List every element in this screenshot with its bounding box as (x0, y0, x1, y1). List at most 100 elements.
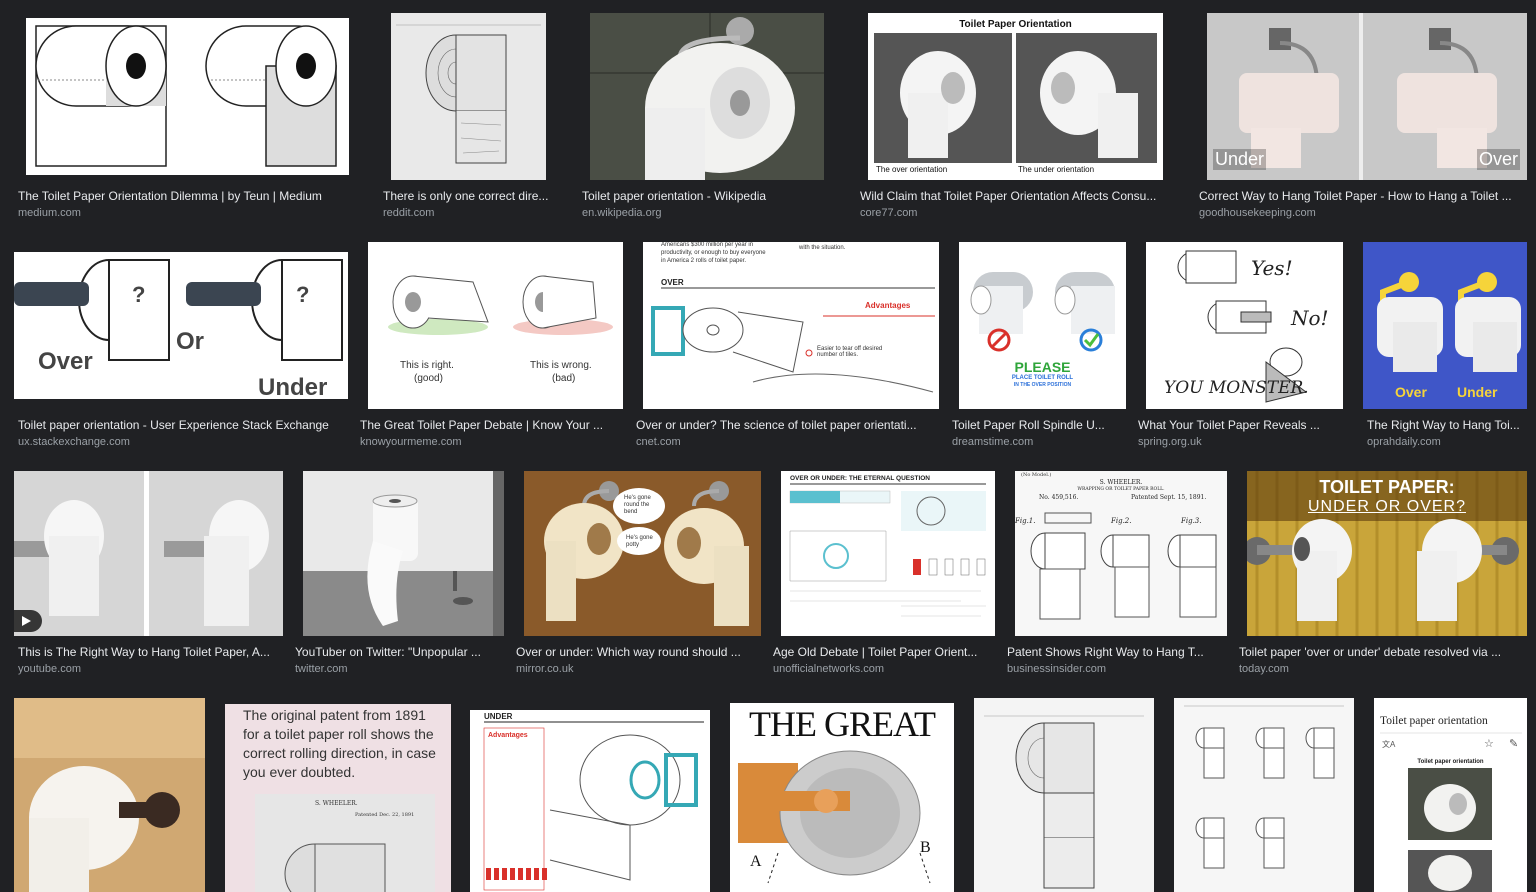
result-title[interactable]: Patent Shows Right Way to Hang T... (1007, 644, 1231, 660)
result-title[interactable]: What Your Toilet Paper Reveals ... (1138, 417, 1346, 433)
result-card-goodhousekeeping[interactable]: Under Over Correct Way to Hang Toilet Pa… (1195, 0, 1531, 230)
result-card-unofficialnetworks[interactable]: OVER OR UNDER: THE ETERNAL QUESTION Age … (769, 471, 1001, 686)
result-title[interactable]: Wild Claim that Toilet Paper Orientation… (860, 188, 1170, 204)
result-card-oprahdaily[interactable]: Over Under The Right Way to Hang Toi... … (1352, 242, 1536, 457)
result-card-reddit[interactable]: There is only one correct dire... reddit… (379, 0, 557, 230)
result-thumbnail[interactable]: ? ? Over Or Under (14, 252, 348, 399)
results-row-2: ? ? Over Or Under Toilet paper orientati… (0, 242, 1536, 457)
result-card-youtube[interactable]: This is The Right Way to Hang Toilet Pap… (0, 471, 292, 686)
result-card-patent-figures[interactable] (1174, 698, 1355, 892)
result-thumbnail[interactable] (590, 13, 824, 180)
result-title[interactable]: YouTuber on Twitter: "Unpopular ... (295, 644, 505, 660)
overlay-text: The original patent from 1891 (243, 707, 426, 723)
result-card-knowyourmeme[interactable]: This is right. (good) This is wrong. (ba… (356, 242, 632, 457)
result-card-twitter[interactable]: YouTuber on Twitter: "Unpopular ... twit… (291, 471, 509, 686)
result-title[interactable]: Correct Way to Hang Toilet Paper - How t… (1199, 188, 1527, 204)
result-card-wikipedia-mobile[interactable]: Toilet paper orientation 文A ☆ ✎ Toilet p… (1374, 698, 1528, 892)
result-thumbnail[interactable] (1174, 698, 1354, 892)
overlay-please: PLEASE (1014, 359, 1071, 375)
result-card-today[interactable]: TOILET PAPER: UNDER OR OVER? Toilet pape… (1235, 471, 1536, 686)
overlay-subheading: UNDER OR OVER? (1307, 498, 1467, 515)
result-thumbnail[interactable]: Over Under (1363, 242, 1527, 409)
overlay-over: Over (1477, 149, 1521, 170)
overlay-text: potty (626, 542, 640, 548)
result-thumbnail[interactable]: This is right. (good) This is wrong. (ba… (368, 242, 623, 409)
result-source: dreamstime.com (952, 436, 1034, 448)
overlay-right: The under orientation (1018, 165, 1095, 174)
result-card-patent-sketch[interactable] (974, 698, 1155, 892)
result-thumbnail[interactable]: Toilet paper orientation 文A ☆ ✎ Toilet p… (1374, 698, 1527, 892)
result-card-dreamstime[interactable]: PLEASE PLACE TOILET ROLL IN THE OVER POS… (948, 242, 1132, 457)
result-card-under-infographic[interactable]: UNDER Advantages (470, 698, 711, 892)
overlay-under: Under (1457, 384, 1498, 400)
result-title[interactable]: There is only one correct dire... (383, 188, 553, 204)
play-icon[interactable] (14, 610, 42, 632)
result-title[interactable]: This is The Right Way to Hang Toilet Pap… (18, 644, 288, 660)
result-title[interactable]: Toilet paper 'over or under' debate reso… (1239, 644, 1532, 660)
overlay-under: Under (258, 374, 328, 399)
overlay-bad: (bad) (552, 373, 576, 384)
result-source: mirror.co.uk (516, 663, 574, 675)
overlay-bubble: He's gone potty (626, 535, 653, 549)
result-source: spring.org.uk (1138, 436, 1202, 448)
result-thumbnail[interactable] (391, 13, 546, 180)
overlay-over: Over (38, 348, 93, 375)
result-card-businessinsider[interactable]: (No Model.) S. WHEELER. WRAPPING OR TOIL… (1003, 471, 1235, 686)
result-thumbnail[interactable]: The original patent from 1891 for a toil… (225, 704, 451, 892)
result-card-patent-1891[interactable]: The original patent from 1891 for a toil… (225, 698, 451, 892)
result-thumbnail[interactable]: THE GREAT A B (730, 703, 954, 892)
overlay-question: ? (132, 282, 146, 307)
overlay-text: bend (624, 509, 638, 515)
overlay-line1: PLACE TOILET ROLL (1011, 375, 1074, 381)
result-thumbnail[interactable]: PLEASE PLACE TOILET ROLL IN THE OVER POS… (959, 242, 1126, 409)
result-thumbnail[interactable]: Under Over (1207, 13, 1527, 180)
overlay-right: This is right. (400, 360, 454, 371)
overlay-wrong: This is wrong. (530, 360, 592, 371)
result-thumbnail[interactable]: Yes! No! YOU MONSTER. (1146, 242, 1343, 409)
result-title[interactable]: Toilet paper orientation - User Experien… (18, 417, 354, 433)
results-row-1: The Toilet Paper Orientation Dilemma | b… (0, 0, 1536, 230)
result-thumbnail[interactable] (14, 471, 283, 636)
result-card-photo[interactable] (14, 698, 206, 892)
result-source: unofficialnetworks.com (773, 663, 885, 675)
result-title[interactable]: The Great Toilet Paper Debate | Know You… (360, 417, 628, 433)
overlay-left: The over orientation (876, 165, 948, 174)
result-thumbnail[interactable]: TOILET PAPER: UNDER OR OVER? (1247, 471, 1527, 636)
result-thumbnail[interactable]: OVER OR UNDER: THE ETERNAL QUESTION (781, 471, 995, 636)
result-thumbnail[interactable] (303, 471, 504, 636)
result-card-mirror[interactable]: He's gone round the bend He's gone potty… (512, 471, 767, 686)
result-thumbnail[interactable]: (No Model.) S. WHEELER. WRAPPING OR TOIL… (1015, 471, 1227, 636)
result-title[interactable]: Age Old Debate | Toilet Paper Orient... (773, 644, 997, 660)
result-card-core77[interactable]: Toilet Paper Orientation The over orient… (856, 0, 1174, 230)
overlay-caption: The original patent from 1891 for a toil… (243, 706, 436, 782)
result-card-ux-stackexchange[interactable]: ? ? Over Or Under Toilet paper orientati… (0, 242, 358, 457)
result-thumbnail[interactable] (14, 698, 205, 892)
overlay-text: He's gone (626, 535, 653, 541)
result-title[interactable]: Over or under: Which way round should ..… (516, 644, 763, 660)
result-title[interactable]: Toilet paper orientation - Wikipedia (582, 188, 826, 204)
overlay-or: Or (176, 328, 205, 355)
result-thumbnail[interactable]: UNDER Advantages (470, 710, 710, 892)
overlay-yes: Yes! (1251, 256, 1293, 280)
result-card-the-great[interactable]: THE GREAT A B (730, 698, 955, 892)
result-title[interactable]: The Right Way to Hang Toi... (1367, 417, 1532, 433)
result-card-wikipedia[interactable]: Toilet paper orientation - Wikipedia en.… (578, 0, 830, 230)
result-card-cnet[interactable]: Americans $300 million per year in produ… (632, 242, 944, 457)
result-thumbnail[interactable] (26, 18, 349, 175)
result-thumbnail[interactable]: Toilet Paper Orientation The over orient… (868, 13, 1163, 180)
result-card-medium[interactable]: The Toilet Paper Orientation Dilemma | b… (14, 0, 354, 230)
result-title[interactable]: The Toilet Paper Orientation Dilemma | b… (18, 188, 350, 204)
result-title[interactable]: Over or under? The science of toilet pap… (636, 417, 940, 433)
result-source: cnet.com (636, 436, 681, 448)
result-source: en.wikipedia.org (582, 207, 662, 219)
result-thumbnail[interactable]: He's gone round the bend He's gone potty (524, 471, 761, 636)
result-thumbnail[interactable] (974, 698, 1154, 892)
result-source: reddit.com (383, 207, 435, 219)
result-thumbnail[interactable]: Americans $300 million per year in produ… (643, 242, 939, 409)
result-title[interactable]: Toilet Paper Roll Spindle U... (952, 417, 1128, 433)
result-source: ux.stackexchange.com (18, 436, 130, 448)
result-source: twitter.com (295, 663, 348, 675)
results-row-3: This is The Right Way to Hang Toilet Pap… (0, 471, 1536, 686)
result-card-spring[interactable]: Yes! No! YOU MONSTER. What Your Toilet P… (1134, 242, 1350, 457)
overlay-heading: TOILET PAPER: (1319, 477, 1455, 497)
